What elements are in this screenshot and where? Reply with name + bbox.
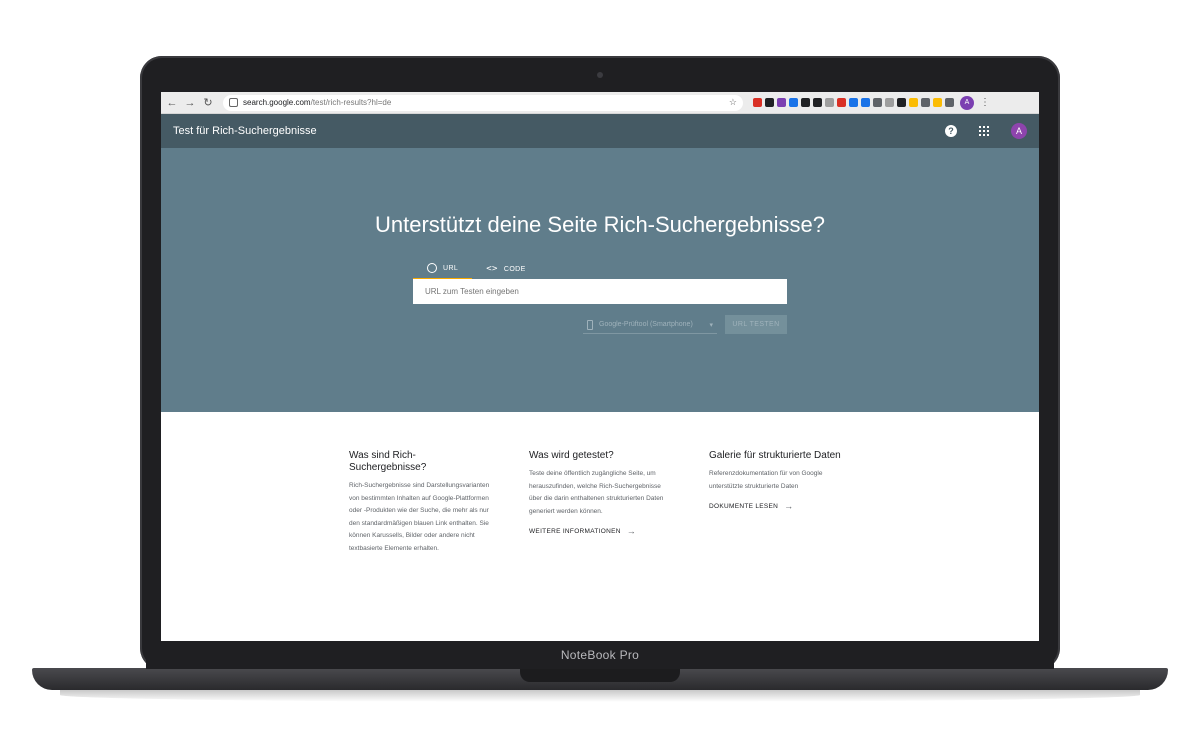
extension-icon[interactable] (861, 98, 870, 107)
input-tabs: URL <> CODE (413, 258, 540, 280)
extension-icon[interactable] (909, 98, 918, 107)
app-header: Test für Rich-Suchergebnisse ? A (161, 114, 1039, 148)
info-card: Was wird getestet? Teste deine öffentlic… (529, 450, 673, 555)
browser-toolbar: ← → ↻ search.google.com/test/rich-result… (161, 92, 1039, 114)
extensions-row (753, 98, 954, 107)
device-select[interactable]: Google-Prüftool (Smartphone) ▾ (583, 316, 717, 334)
arrow-right-icon: → (626, 526, 637, 536)
url-path: /test/rich-results?hl=de (310, 98, 392, 107)
app-title: Test für Rich-Suchergebnisse (173, 125, 317, 137)
extension-icon[interactable] (777, 98, 786, 107)
info-card-body: Referenzdokumentation für von Google unt… (709, 470, 823, 490)
info-card: Galerie für strukturierte Daten Referenz… (709, 450, 853, 555)
info-card-title: Was sind Rich-Suchergebnisse? (349, 450, 427, 473)
browser-menu-icon[interactable]: ⋮ (980, 97, 990, 108)
globe-icon (427, 263, 437, 273)
read-docs-label: DOKUMENTE LESEN (709, 502, 779, 510)
tab-url[interactable]: URL (413, 258, 473, 280)
extension-icon[interactable] (837, 98, 846, 107)
address-bar[interactable]: search.google.com/test/rich-results?hl=d… (223, 94, 743, 111)
test-url-button[interactable]: URL TESTEN (725, 315, 787, 334)
code-icon: <> (486, 264, 498, 274)
extension-icon[interactable] (897, 98, 906, 107)
extension-icon[interactable] (945, 98, 954, 107)
tab-code-label: CODE (503, 265, 526, 273)
info-section: Was sind Rich-Suchergebnisse? Rich-Suche… (349, 450, 853, 555)
hero-section: Unterstützt deine Seite Rich-Suchergebni… (161, 148, 1039, 412)
reload-icon[interactable]: ↻ (201, 96, 215, 110)
more-info-label: WEITERE INFORMATIONEN (529, 527, 621, 535)
screen: ← → ↻ search.google.com/test/rich-result… (161, 92, 1039, 641)
arrow-right-icon: → (784, 501, 794, 511)
info-card-body: Teste deine öffentlich zugängliche Seite… (529, 470, 664, 515)
extension-icon[interactable] (921, 98, 930, 107)
laptop-mockup: NoteBook Pro ← → ↻ search.google.com/tes… (0, 0, 1200, 733)
laptop-notch (520, 668, 680, 682)
extension-icon[interactable] (873, 98, 882, 107)
info-card-title: Was wird getestet? (529, 450, 614, 461)
more-info-link[interactable]: WEITERE INFORMATIONEN → (529, 526, 673, 536)
url-input-wrapper (413, 279, 787, 304)
extension-icon[interactable] (801, 98, 810, 107)
help-icon[interactable]: ? (945, 125, 957, 137)
extension-icon[interactable] (849, 98, 858, 107)
device-label: NoteBook Pro (560, 648, 640, 662)
tab-url-label: URL (443, 264, 459, 272)
apps-grid-icon[interactable] (979, 126, 989, 136)
extension-icon[interactable] (789, 98, 798, 107)
url-input[interactable] (425, 287, 775, 296)
laptop-shadow (60, 688, 1140, 702)
extension-icon[interactable] (933, 98, 942, 107)
account-avatar[interactable]: A (1011, 123, 1027, 139)
back-icon[interactable]: ← (165, 96, 179, 110)
info-card-body: Rich-Suchergebnisse sind Darstellungsvar… (349, 482, 490, 552)
url-host: search.google.com (243, 98, 311, 107)
bookmark-star-icon[interactable]: ☆ (729, 97, 737, 108)
forward-icon[interactable]: → (183, 96, 197, 110)
read-docs-link[interactable]: DOKUMENTE LESEN → (709, 501, 853, 511)
device-select-value: Google-Prüftool (Smartphone) (599, 321, 693, 328)
extension-icon[interactable] (885, 98, 894, 107)
dropdown-arrow-icon: ▾ (709, 321, 713, 329)
extension-icon[interactable] (765, 98, 774, 107)
camera-icon (597, 72, 603, 78)
info-card: Was sind Rich-Suchergebnisse? Rich-Suche… (349, 450, 493, 555)
info-card-title: Galerie für strukturierte Daten (709, 450, 841, 461)
browser-profile-avatar[interactable]: A (960, 95, 974, 110)
page-title: Unterstützt deine Seite Rich-Suchergebni… (374, 212, 826, 237)
extension-icon[interactable] (753, 98, 762, 107)
tab-code[interactable]: <> CODE (472, 258, 539, 280)
laptop-chin: NoteBook Pro (146, 641, 1054, 669)
site-info-icon[interactable] (229, 98, 238, 107)
extension-icon[interactable] (813, 98, 822, 107)
extension-icon[interactable] (825, 98, 834, 107)
smartphone-icon (587, 319, 593, 330)
